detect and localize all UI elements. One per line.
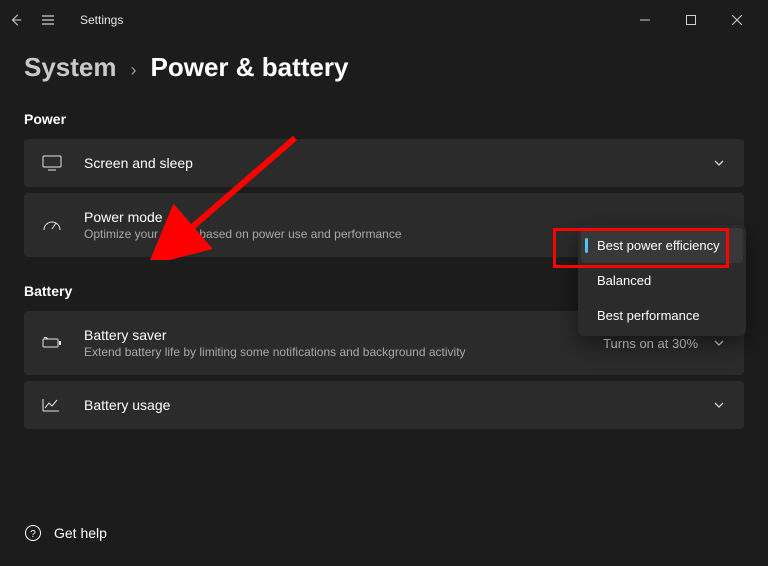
dropdown-option-balanced[interactable]: Balanced [581,263,743,298]
titlebar: Settings [0,0,768,40]
battery-saver-icon [42,336,70,350]
card-subtitle: Extend battery life by limiting some not… [84,345,603,359]
breadcrumb-parent[interactable]: System [24,52,117,83]
chevron-down-icon [712,336,726,350]
monitor-icon [42,155,70,171]
battery-saver-status: Turns on at 30% [603,336,698,351]
card-battery-usage[interactable]: Battery usage [24,381,744,429]
option-label: Balanced [597,273,651,288]
minimize-button[interactable] [622,5,668,35]
card-title: Power mode [84,209,556,225]
card-subtitle: Optimize your device based on power use … [84,227,556,241]
card-title: Battery saver [84,327,603,343]
svg-text:?: ? [30,529,36,540]
chevron-right-icon: › [131,60,137,81]
chevron-down-icon [712,398,726,412]
menu-icon[interactable] [40,12,56,28]
help-icon: ? [24,524,42,542]
card-title: Battery usage [84,397,712,413]
section-label-power: Power [24,111,744,127]
back-icon[interactable] [8,12,24,28]
chevron-down-icon [712,156,726,170]
chart-line-icon [42,398,70,412]
card-screen-and-sleep[interactable]: Screen and sleep [24,139,744,187]
dropdown-option-best-performance[interactable]: Best performance [581,298,743,333]
maximize-button[interactable] [668,5,714,35]
gauge-icon [42,218,70,232]
option-label: Best power efficiency [597,238,720,253]
card-title: Screen and sleep [84,155,712,171]
breadcrumb: System › Power & battery [0,40,768,101]
app-title: Settings [80,13,123,27]
page-title: Power & battery [151,52,349,83]
dropdown-option-best-power-efficiency[interactable]: Best power efficiency [581,228,743,263]
get-help-link[interactable]: ? Get help [24,524,107,542]
get-help-label: Get help [54,525,107,541]
close-button[interactable] [714,5,760,35]
option-label: Best performance [597,308,700,323]
power-mode-dropdown: Best power efficiency Balanced Best perf… [578,225,746,336]
